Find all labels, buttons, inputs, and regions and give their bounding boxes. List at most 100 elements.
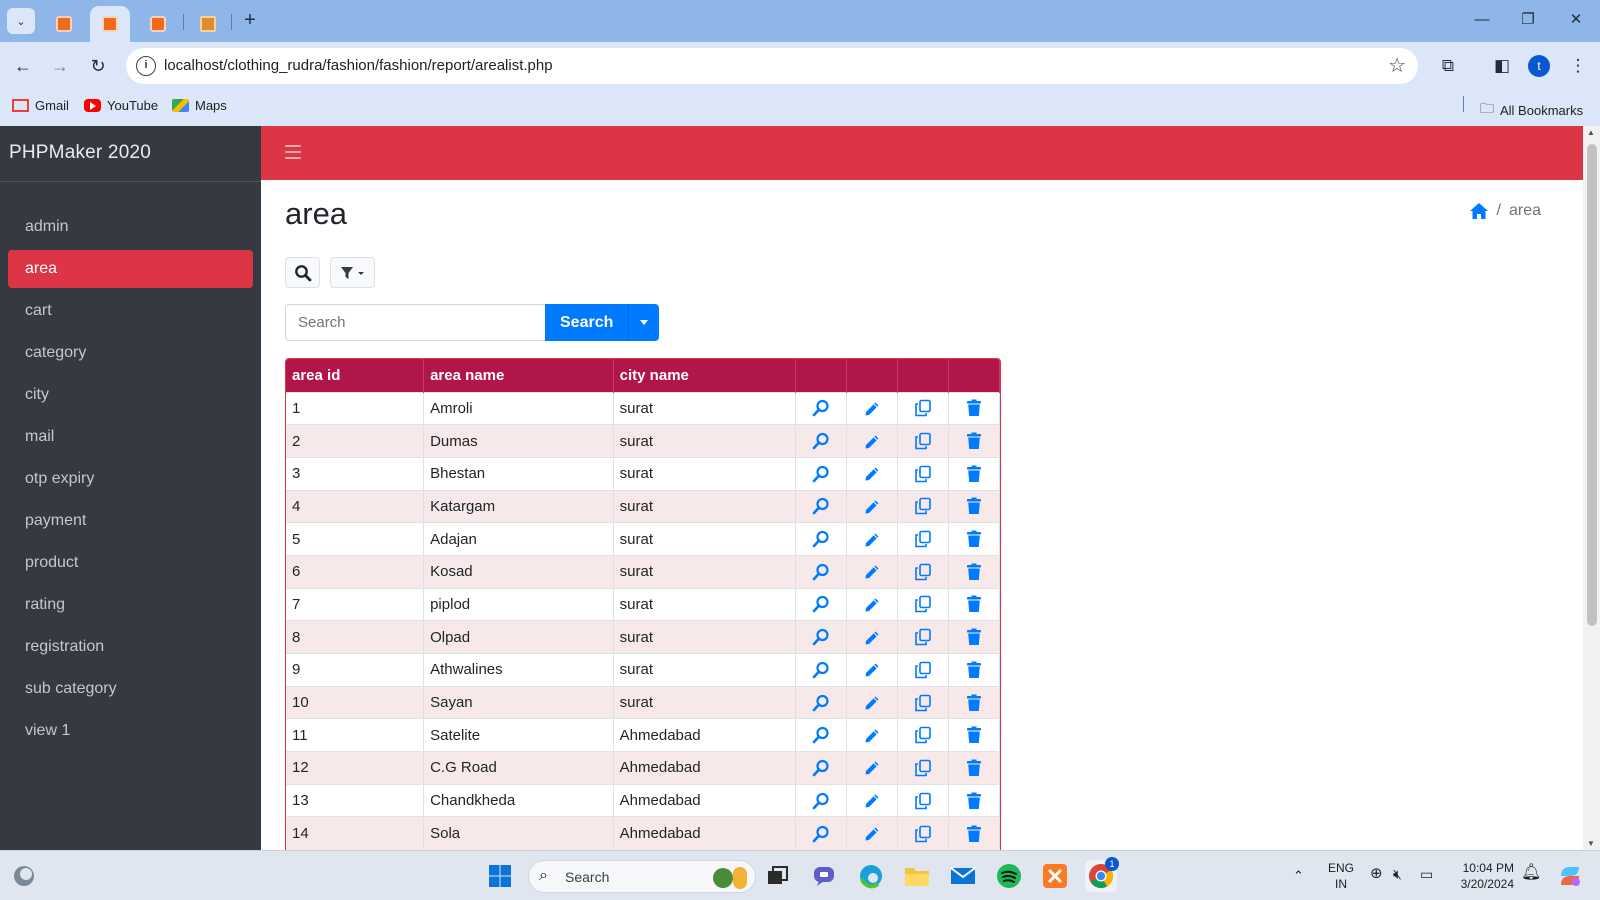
- notification-bell-icon[interactable]: 🔔︎: [1521, 865, 1541, 881]
- delete-icon[interactable]: [966, 399, 982, 417]
- browser-tab-2[interactable]: [90, 6, 130, 42]
- sidebar-item-area[interactable]: area: [8, 250, 253, 288]
- search-options-chevron-down-icon[interactable]: [628, 304, 660, 341]
- taskbar-search-box[interactable]: ⌕ Search: [528, 860, 756, 893]
- edit-icon[interactable]: [864, 661, 880, 678]
- xampp-icon[interactable]: [1039, 860, 1071, 892]
- clock[interactable]: 10:04 PM 3/20/2024: [1454, 860, 1514, 892]
- edit-icon[interactable]: [864, 759, 880, 776]
- delete-icon[interactable]: [966, 530, 982, 548]
- hamburger-menu-icon[interactable]: [285, 145, 301, 159]
- sidebar-item-admin[interactable]: admin: [8, 208, 253, 246]
- search-input[interactable]: [285, 304, 545, 341]
- table-row[interactable]: 1 Amroli surat: [286, 391, 1000, 425]
- sidebar-item-otp-expiry[interactable]: otp expiry: [8, 460, 253, 498]
- copy-icon[interactable]: [914, 792, 932, 809]
- browser-tab-1[interactable]: [44, 6, 84, 42]
- copy-icon[interactable]: [914, 563, 932, 581]
- sidebar-item-registration[interactable]: registration: [8, 628, 253, 666]
- view-icon[interactable]: [812, 465, 830, 483]
- sidebar-item-view-1[interactable]: view 1: [8, 712, 253, 750]
- forward-arrow-icon[interactable]: →: [46, 52, 74, 80]
- edit-icon[interactable]: [864, 433, 880, 450]
- network-globe-icon[interactable]: ⊕: [1370, 866, 1383, 882]
- search-button[interactable]: Search: [545, 304, 629, 341]
- copy-icon[interactable]: [914, 628, 932, 646]
- search-toggle-button[interactable]: [285, 257, 320, 288]
- bookmark-maps[interactable]: Maps: [172, 98, 227, 113]
- teams-chat-icon[interactable]: [809, 860, 841, 892]
- table-row[interactable]: 10 Sayan surat: [286, 685, 1000, 719]
- delete-icon[interactable]: [966, 432, 982, 450]
- copy-icon[interactable]: [914, 432, 932, 450]
- view-icon[interactable]: [812, 792, 830, 809]
- site-info-icon[interactable]: i: [136, 56, 156, 76]
- home-icon[interactable]: [1469, 202, 1489, 220]
- table-row[interactable]: 12 C.G Road Ahmedabad: [286, 751, 1000, 785]
- copy-icon[interactable]: [914, 726, 932, 744]
- windows-start-icon[interactable]: [484, 860, 516, 892]
- browser-tab-3[interactable]: [138, 6, 178, 42]
- column-header-area-name[interactable]: area name: [423, 359, 614, 392]
- view-icon[interactable]: [812, 694, 830, 711]
- tab-search-chevron-icon[interactable]: ⌄: [7, 8, 35, 34]
- battery-icon[interactable]: ▭: [1420, 866, 1433, 882]
- copy-icon[interactable]: [914, 465, 932, 483]
- view-icon[interactable]: [812, 530, 830, 548]
- copy-icon[interactable]: [914, 759, 932, 777]
- widgets-icon[interactable]: [8, 860, 40, 892]
- brand-link[interactable]: PHPMaker 2020: [0, 126, 261, 182]
- table-row[interactable]: 11 Satelite Ahmedabad: [286, 718, 1000, 752]
- delete-icon[interactable]: [966, 465, 982, 482]
- edit-icon[interactable]: [864, 629, 880, 646]
- view-icon[interactable]: [812, 825, 830, 842]
- delete-icon[interactable]: [966, 497, 982, 515]
- table-row[interactable]: 14 Sola Ahmedabad: [286, 816, 1000, 850]
- view-icon[interactable]: [812, 497, 830, 515]
- delete-icon[interactable]: [966, 792, 982, 809]
- column-header-city-name[interactable]: city name: [613, 359, 797, 392]
- view-icon[interactable]: [812, 399, 830, 417]
- restore-icon[interactable]: ❐: [1508, 8, 1548, 32]
- delete-icon[interactable]: [966, 825, 982, 842]
- sidebar-item-cart[interactable]: cart: [8, 292, 253, 330]
- sidebar-item-category[interactable]: category: [8, 334, 253, 372]
- copy-icon[interactable]: [914, 825, 932, 842]
- all-bookmarks-button[interactable]: 🗀 All Bookmarks: [1480, 98, 1583, 122]
- delete-icon[interactable]: [966, 595, 982, 613]
- reload-icon[interactable]: ↻: [84, 52, 112, 80]
- view-icon[interactable]: [812, 661, 830, 679]
- edit-icon[interactable]: [864, 825, 880, 842]
- delete-icon[interactable]: [966, 759, 982, 776]
- bookmark-youtube[interactable]: YouTube: [84, 98, 158, 113]
- table-row[interactable]: 3 Bhestan surat: [286, 456, 1000, 491]
- table-row[interactable]: 4 Katargam surat: [286, 489, 1000, 523]
- page-scrollbar[interactable]: ▲ ▼: [1583, 126, 1600, 850]
- edit-icon[interactable]: [864, 596, 880, 613]
- edge-browser-icon[interactable]: [855, 860, 887, 892]
- sidebar-item-mail[interactable]: mail: [8, 418, 253, 456]
- delete-icon[interactable]: [966, 628, 982, 646]
- profile-avatar[interactable]: t: [1528, 55, 1550, 77]
- table-row[interactable]: 7 piplod surat: [286, 587, 1000, 621]
- mail-icon[interactable]: [947, 860, 979, 892]
- edit-icon[interactable]: [864, 531, 880, 548]
- filter-dropdown-button[interactable]: [330, 257, 375, 288]
- task-view-icon[interactable]: [762, 860, 794, 892]
- view-icon[interactable]: [812, 432, 830, 450]
- sidebar-item-rating[interactable]: rating: [8, 586, 253, 624]
- bookmark-star-icon[interactable]: ☆: [1388, 53, 1406, 78]
- sidebar-item-product[interactable]: product: [8, 544, 253, 582]
- edit-icon[interactable]: [864, 465, 880, 482]
- spotify-icon[interactable]: [993, 860, 1025, 892]
- copy-icon[interactable]: [914, 399, 932, 417]
- file-explorer-icon[interactable]: [901, 860, 933, 892]
- sidebar-item-sub-category[interactable]: sub category: [8, 670, 253, 708]
- scroll-down-arrow-icon[interactable]: ▼: [1587, 839, 1595, 848]
- delete-icon[interactable]: [966, 726, 982, 744]
- bookmark-gmail[interactable]: Gmail: [12, 98, 69, 113]
- column-header-area-id[interactable]: area id: [286, 359, 425, 392]
- delete-icon[interactable]: [966, 563, 982, 580]
- address-url[interactable]: localhost/clothing_rudra/fashion/fashion…: [164, 57, 553, 74]
- address-bar[interactable]: i localhost/clothing_rudra/fashion/fashi…: [126, 48, 1418, 84]
